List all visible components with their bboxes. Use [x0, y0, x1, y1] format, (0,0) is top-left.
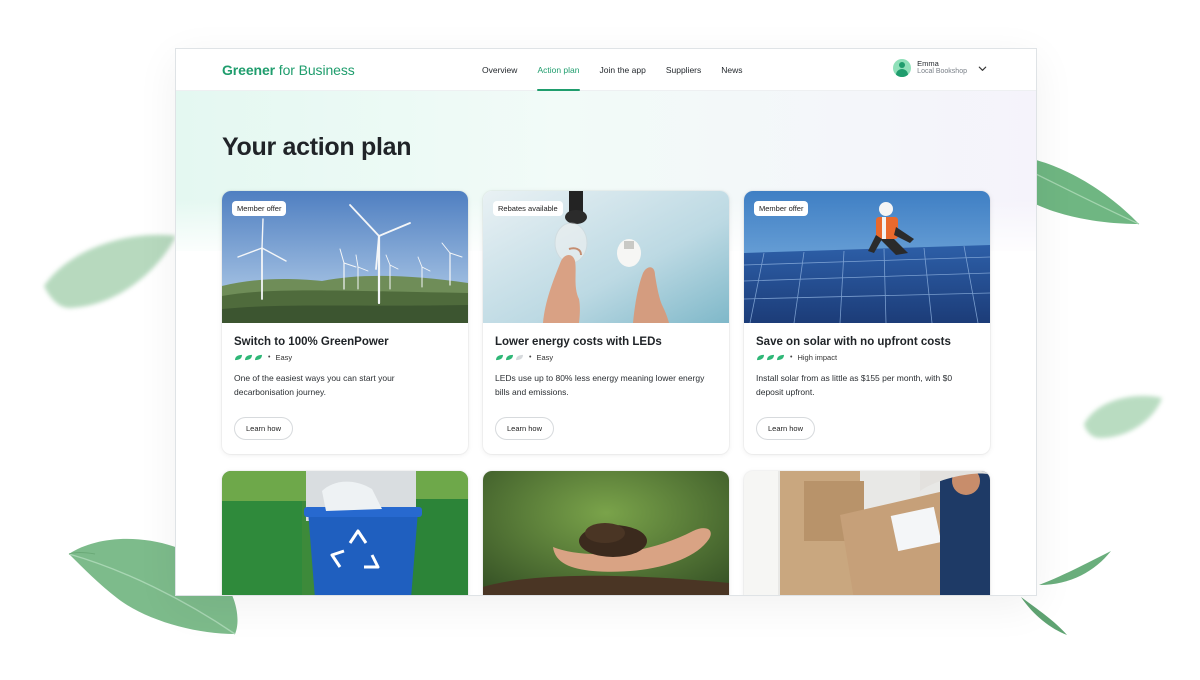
rating-leaf-filled-icon — [235, 354, 242, 360]
user-name: Emma — [917, 58, 939, 68]
card-meta: • Easy — [234, 352, 456, 362]
action-card-leds[interactable]: Rebates available Lower energy costs wit… — [483, 191, 729, 454]
card-badge: Rebates available — [493, 201, 563, 216]
user-avatar-icon — [893, 59, 912, 77]
top-navigation-bar: Greener for Business Overview Action pla… — [176, 49, 1036, 91]
difficulty-label: Easy — [536, 352, 554, 362]
rating-leaf-filled-icon — [496, 354, 503, 360]
card-description: One of the easiest ways you can start yo… — [234, 373, 395, 397]
brand-logo[interactable]: Greener for Business — [222, 62, 355, 78]
card-image-wind-turbines: Member offer — [222, 191, 468, 323]
card-description: Install solar from as little as $155 per… — [756, 373, 953, 397]
page-title: Your action plan — [222, 133, 412, 161]
rating-leaf-filled-icon — [245, 354, 252, 360]
card-badge: Member offer — [754, 201, 809, 216]
impact-rating — [495, 354, 524, 361]
card-title: Switch to 100% GreenPower — [234, 336, 389, 348]
card-meta: • High impact — [756, 352, 978, 362]
rating-leaf-filled-icon — [506, 354, 513, 360]
learn-how-button[interactable]: Learn how — [495, 417, 555, 440]
action-card-solar[interactable]: Member offer Save on solar with no upfro… — [744, 191, 990, 454]
nav-suppliers[interactable]: Suppliers — [656, 49, 711, 91]
nav-overview[interactable]: Overview — [472, 49, 527, 91]
nav-news[interactable]: News — [711, 49, 752, 91]
chevron-down-icon — [978, 66, 987, 71]
learn-how-button[interactable]: Learn how — [756, 417, 816, 440]
brand-logo-rest: for Business — [275, 62, 355, 78]
impact-rating — [234, 354, 263, 361]
card-image-solar-panels: Member offer — [744, 191, 990, 323]
action-card-delivery[interactable] — [744, 471, 990, 595]
nav-action-plan[interactable]: Action plan — [527, 49, 589, 91]
action-card-recycling[interactable] — [222, 471, 468, 595]
card-image-led-bulbs: Rebates available — [483, 191, 729, 323]
brand-logo-bold: Greener — [222, 62, 275, 78]
rating-leaf-empty-icon — [516, 354, 523, 360]
difficulty-label: Easy — [275, 352, 293, 362]
action-card-soil[interactable] — [483, 471, 729, 595]
rating-leaf-filled-icon — [255, 354, 262, 360]
card-meta: • Easy — [495, 352, 717, 362]
rating-leaf-filled-icon — [777, 354, 784, 360]
card-description: LEDs use up to 80% less energy meaning l… — [495, 373, 705, 397]
leaf-decoration-right-middle — [1084, 395, 1162, 438]
rating-leaf-filled-icon — [757, 354, 764, 360]
card-title: Lower energy costs with LEDs — [495, 336, 662, 348]
leaf-decoration-left-top — [44, 234, 176, 308]
impact-rating — [756, 354, 785, 361]
card-image-delivery-box — [744, 471, 990, 595]
card-image-recycling-bin — [222, 471, 468, 595]
nav-join-the-app[interactable]: Join the app — [590, 49, 656, 91]
main-nav: Overview Action plan Join the app Suppli… — [472, 49, 753, 91]
user-organisation: Local Bookshop — [917, 68, 967, 76]
action-card-greenpower[interactable]: Member offer Switch to 100% GreenPower •… — [222, 191, 468, 454]
rating-leaf-filled-icon — [767, 354, 774, 360]
impact-label: High impact — [797, 352, 838, 362]
card-image-soil-in-hand — [483, 471, 729, 595]
app-window: Greener for Business Overview Action pla… — [175, 48, 1037, 596]
card-badge: Member offer — [232, 201, 287, 216]
screenshot-stage: Greener for Business Overview Action pla… — [0, 0, 1200, 680]
user-menu[interactable]: Emma Local Bookshop — [893, 59, 988, 77]
learn-how-button[interactable]: Learn how — [234, 417, 294, 440]
card-title: Save on solar with no upfront costs — [756, 336, 951, 348]
